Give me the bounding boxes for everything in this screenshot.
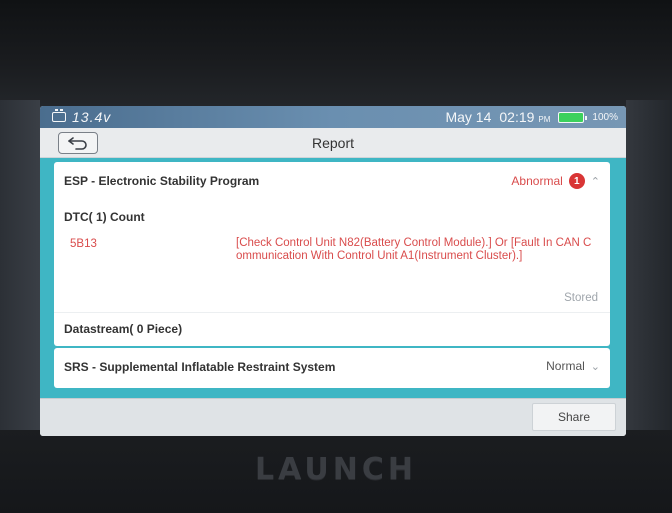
device-left-bezel [0, 100, 40, 440]
report-content[interactable]: ESP - Electronic Stability Program Abnor… [40, 158, 626, 398]
card-divider [54, 312, 610, 313]
datastream-label[interactable]: Datastream( 0 Piece) [64, 322, 182, 336]
voltage-readout: 13.4v [72, 109, 112, 125]
battery-icon [558, 111, 588, 123]
dtc-description: [Check Control Unit N82(Battery Control … [236, 237, 592, 262]
battery-percent: 100% [592, 111, 618, 123]
device-right-bezel [626, 100, 672, 440]
device-brand-logo: LAUNCH [254, 452, 417, 487]
chevron-up-icon[interactable]: ⌃ [591, 175, 600, 188]
status-date: May 14 [445, 109, 492, 125]
car-battery-icon [52, 109, 66, 122]
chevron-down-icon[interactable]: ⌄ [591, 360, 600, 373]
system-name: ESP - Electronic Stability Program [64, 174, 260, 188]
status-ampm: PM [538, 114, 551, 124]
status-left: 13.4v [52, 109, 111, 125]
bottom-bar: Share [40, 398, 626, 436]
dtc-count-badge: 1 [568, 173, 585, 189]
page-title: Report [311, 135, 355, 151]
dtc-state: Stored [564, 292, 598, 304]
system-card-esp[interactable]: ESP - Electronic Stability Program Abnor… [54, 162, 610, 346]
dtc-code: 5B13 [70, 238, 97, 250]
status-normal-label: Normal [546, 359, 585, 373]
status-bar: 13.4v May 14 02:19 PM 100% [40, 106, 626, 128]
share-button[interactable]: Share [532, 403, 616, 431]
device-top-bezel [0, 0, 672, 106]
device-screen: 13.4v May 14 02:19 PM 100% Report ESP - … [40, 106, 626, 436]
status-abnormal-label: Abnormal [511, 174, 563, 188]
status-right: May 14 02:19 PM 100% [445, 109, 618, 125]
system-status[interactable]: Normal ⌄ [546, 359, 600, 373]
dtc-count-label: DTC( 1) Count [64, 210, 145, 224]
system-name: SRS - Supplemental Inflatable Restraint … [64, 360, 336, 374]
title-bar: Report [40, 128, 626, 158]
status-time: 02:19 [499, 109, 535, 125]
system-card-srs[interactable]: SRS - Supplemental Inflatable Restraint … [54, 348, 610, 388]
system-status[interactable]: Abnormal 1 ⌃ [511, 173, 600, 189]
